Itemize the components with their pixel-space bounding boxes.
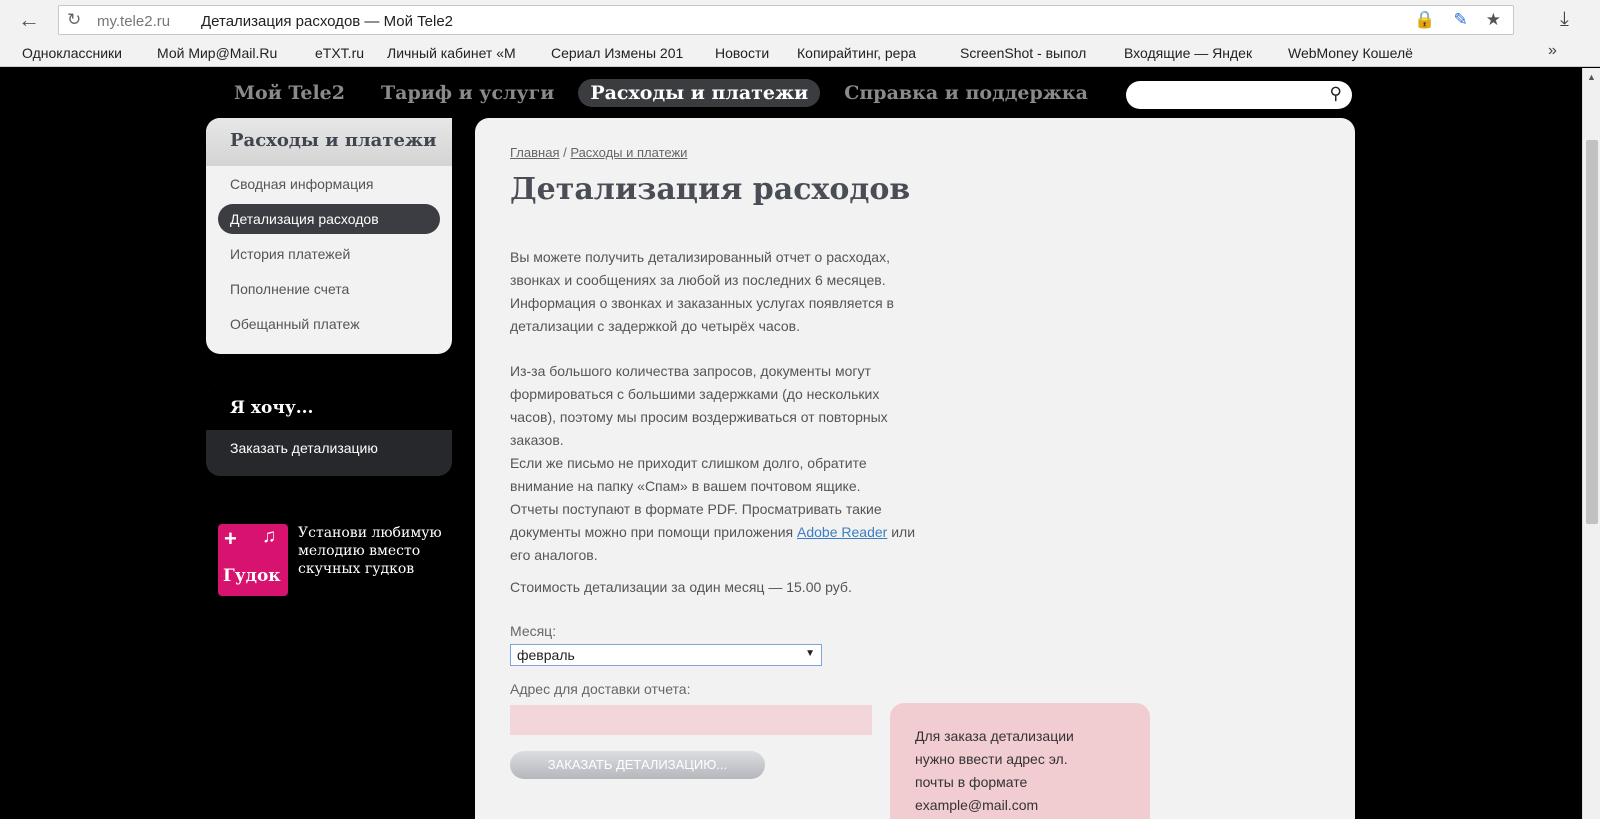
text-line: его аналогов. [510,547,598,563]
address-bar-icons: 🔒 ✎ ★ [1414,10,1501,30]
sidebar-item-details[interactable]: Детализация расходов [218,204,440,234]
gudok-logo[interactable]: + ♫ Гудок [218,524,288,596]
order-details-button[interactable]: ЗАКАЗАТЬ ДЕТАЛИЗАЦИЮ... [510,751,765,779]
text-line: заказов. [510,432,564,448]
cost-text: Стоимость детализации за один месяц — 15… [510,579,852,595]
main-nav: Мой Tele2 Тариф и услуги Расходы и плате… [222,78,1112,108]
tooltip-line: нужно ввести адрес эл. [915,751,1068,767]
reload-icon[interactable]: ↻ [67,10,81,30]
main-content: Главная / Расходы и платежи Детализация … [475,118,1355,819]
bookmark-item[interactable]: Мой Мир@Mail.Ru [157,45,277,61]
text-line: документы можно при помощи приложения Ad… [510,521,970,544]
bookmark-item[interactable]: Копирайтинг, рера [797,45,940,61]
star-icon[interactable]: ★ [1486,10,1501,30]
tooltip-line: example@mail.com [915,797,1039,813]
tooltip-line: почты в формате [915,774,1028,790]
bookmark-item[interactable]: WebMoney Кошелё [1288,45,1436,61]
nav-expenses[interactable]: Расходы и платежи [578,79,821,107]
breadcrumb-separator: / [559,145,571,160]
breadcrumb-home[interactable]: Главная [510,145,559,160]
lock-icon[interactable]: 🔒 [1414,10,1435,30]
download-icon[interactable]: ⤓ [1560,8,1569,31]
nav-my-tele2[interactable]: Мой Tele2 [222,79,357,107]
text-line: Если же письмо не приходит слишком долго… [510,455,867,471]
bookmark-item[interactable]: Личный кабинет «М [387,45,533,61]
search-icon[interactable]: ⚲ [1330,84,1342,104]
want-box: Я хочу... Заказать детализацию [206,384,452,476]
promo-banner[interactable]: + ♫ Гудок Установи любимую мелодию вмест… [218,524,458,600]
vertical-scrollbar[interactable]: ▲ [1582,68,1600,819]
back-arrow-icon[interactable]: ← [14,6,44,34]
sidebar-item-payment-history[interactable]: История платежей [230,246,350,262]
text-line: формироваться с большими задержками (до … [510,386,880,402]
text-fragment: или [887,524,916,540]
email-label: Адрес для доставки отчета: [510,681,691,697]
bookmark-item[interactable]: eTXT.ru [315,45,375,61]
bookmark-item[interactable]: Сериал Измены 201 [551,45,691,61]
text-fragment: документы можно при помощи приложения [510,524,798,540]
sidebar-menu: Расходы и платежи Сводная информация Дет… [206,118,452,354]
page-title: Детализация расходов [510,172,911,207]
sidebar-item-summary[interactable]: Сводная информация [230,176,374,192]
bookmark-item[interactable]: Новости [715,45,785,61]
pen-icon[interactable]: ✎ [1454,10,1468,30]
month-label: Месяц: [510,623,557,639]
sidebar-title: Расходы и платежи [206,118,452,166]
scroll-up-arrow-icon[interactable]: ▲ [1587,72,1596,82]
browser-toolbar: ← ↻ my.tele2.ru Детализация расходов — М… [0,0,1600,40]
email-hint-tooltip: Для заказа детализации нужно ввести адре… [890,703,1150,819]
text-line: звонках и сообщениях за любой из последн… [510,272,886,288]
url-host: my.tele2.ru [97,13,171,30]
text-line: внимание на папку «Спам» в вашем почтово… [510,478,861,494]
text-line: Из-за большого количества запросов, доку… [510,363,871,379]
nav-support[interactable]: Справка и поддержка [832,79,1100,107]
sidebar-item-promised-payment[interactable]: Обещанный платеж [230,316,360,332]
music-note-icon: ♫ [262,526,277,547]
text-line: Вы можете получить детализированный отче… [510,249,890,265]
month-select[interactable]: февраль ▼ [510,644,822,666]
breadcrumb-expenses[interactable]: Расходы и платежи [570,145,687,160]
address-bar[interactable]: ↻ my.tele2.ru Детализация расходов — Мой… [58,5,1514,35]
plus-icon: + [224,526,237,551]
scrollbar-thumb[interactable] [1586,140,1598,524]
bookmark-item[interactable]: ScreenShot - выпол [960,45,1105,61]
want-title: Я хочу... [206,384,452,430]
bookmark-item[interactable]: Одноклассники [22,45,142,61]
text-line: Отчеты поступают в формате PDF. Просматр… [510,501,882,517]
bookmarks-overflow-icon[interactable]: » [1548,42,1557,60]
nav-tariffs[interactable]: Тариф и услуги [369,79,566,107]
promo-text[interactable]: Установи любимую мелодию вместо скучных … [298,524,468,578]
sidebar-item-top-up[interactable]: Пополнение счета [230,281,349,297]
tooltip-line: Для заказа детализации [915,728,1074,744]
text-line: Информация о звонках и заказанных услуга… [510,295,894,311]
bookmarks-bar: Одноклассники Мой Мир@Mail.Ru eTXT.ru Ли… [0,40,1600,67]
order-details-link[interactable]: Заказать детализацию [230,440,378,456]
promo-logo-text: Гудок [223,566,281,586]
breadcrumb: Главная / Расходы и платежи [510,145,687,160]
text-line: детализации с задержкой до четырёх часов… [510,318,801,334]
text-line: часов), поэтому мы просим воздерживаться… [510,409,888,425]
month-select-value: февраль [517,647,575,663]
intro-paragraph: Вы можете получить детализированный отче… [510,246,970,338]
bookmark-item[interactable]: Входящие — Яндек [1124,45,1269,61]
notice-paragraph: Из-за большого количества запросов, доку… [510,360,970,567]
chevron-down-icon: ▼ [805,648,815,659]
email-field[interactable] [510,705,872,735]
search-input[interactable]: ⚲ [1126,81,1352,109]
url-title: Детализация расходов — Мой Tele2 [201,13,453,30]
adobe-reader-link[interactable]: Adobe Reader [797,524,887,540]
